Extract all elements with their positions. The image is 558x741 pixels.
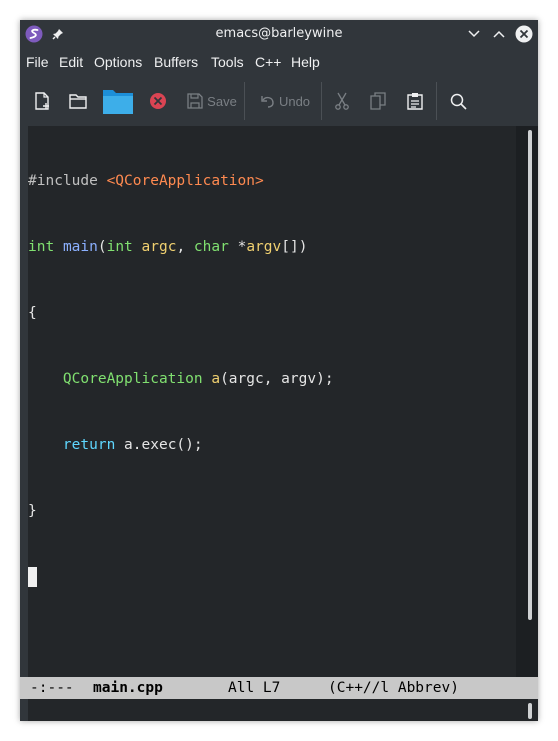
code-buffer[interactable]: #include <QCoreApplication> int main(int… <box>28 126 334 632</box>
menu-help[interactable]: Help <box>291 48 320 76</box>
preprocessor-directive: #include <box>28 173 98 189</box>
maximize-icon[interactable] <box>488 20 510 48</box>
save-label: Save <box>207 93 237 109</box>
open-file-button[interactable] <box>100 76 136 126</box>
undo-button[interactable]: Undo <box>256 76 314 126</box>
open-paren: ( <box>97 239 107 255</box>
save-button[interactable]: Save <box>183 76 241 126</box>
minibuffer[interactable] <box>20 699 538 721</box>
title-bar: emacs@barleywine <box>20 20 538 48</box>
include-header: <QCoreApplication> <box>106 173 264 189</box>
code-line: } <box>28 500 334 522</box>
close-brace: } <box>28 503 37 519</box>
menu-options[interactable]: Options <box>94 48 142 76</box>
close-icon[interactable] <box>513 20 535 48</box>
return-type: int <box>28 239 55 255</box>
cut-icon <box>335 92 349 110</box>
signature-end: []) <box>281 239 308 255</box>
menu-edit[interactable]: Edit <box>59 48 83 76</box>
open-directory-button[interactable] <box>65 76 91 126</box>
kill-buffer-button[interactable] <box>146 76 170 126</box>
menu-tools[interactable]: Tools <box>211 48 244 76</box>
constructor-args: (argc, argv); <box>220 371 334 387</box>
text-cursor <box>28 567 37 587</box>
undo-label: Undo <box>278 93 311 109</box>
major-modes[interactable]: (C++//l Abbrev) <box>328 677 459 699</box>
menu-cplusplus[interactable]: C++ <box>255 48 281 76</box>
minimize-icon[interactable] <box>463 20 485 48</box>
comma: , <box>176 239 194 255</box>
param-name: argc <box>141 239 177 255</box>
copy-button[interactable] <box>366 76 390 126</box>
toolbar-separator <box>321 82 322 120</box>
variable-name: a <box>211 371 221 387</box>
return-keyword: return <box>62 437 116 453</box>
code-line: QCoreApplication a(argc, argv); <box>28 368 334 390</box>
buffer-name[interactable]: main.cpp <box>93 677 163 699</box>
right-fringe <box>516 126 538 677</box>
pointer-star: * <box>228 239 247 255</box>
save-icon <box>187 93 203 109</box>
window-title: emacs@barleywine <box>215 26 343 41</box>
code-line: int main(int argc, char *argv[]) <box>28 236 334 258</box>
menu-file[interactable]: File <box>26 48 49 76</box>
emacs-window: emacs@barleywine File Edit Options Buffe… <box>20 20 538 721</box>
minibuffer-scrollbar[interactable] <box>528 703 532 719</box>
menu-bar: File Edit Options Buffers Tools C++ Help <box>20 48 538 76</box>
mode-line[interactable]: -:--- main.cpp All L7 (C++//l Abbrev) <box>20 677 538 699</box>
function-name: main <box>62 239 98 255</box>
param-type: char <box>193 239 229 255</box>
paste-icon <box>407 93 423 110</box>
toolbar-separator <box>244 82 245 120</box>
tool-bar: Save Undo <box>20 76 538 126</box>
param-name: argv <box>246 239 282 255</box>
param-type: int <box>106 239 133 255</box>
menu-buffers[interactable]: Buffers <box>154 48 198 76</box>
vertical-scrollbar[interactable] <box>528 130 532 620</box>
folder-icon <box>69 93 87 109</box>
cut-button[interactable] <box>330 76 354 126</box>
new-file-icon <box>35 92 49 110</box>
minibuffer-fringe <box>20 699 28 721</box>
buffer-status: -:--- <box>30 680 74 696</box>
editor-area[interactable]: #include <QCoreApplication> int main(int… <box>20 126 538 677</box>
code-line: { <box>28 302 334 324</box>
search-icon <box>450 93 467 110</box>
undo-icon <box>261 95 274 108</box>
toolbar-separator <box>436 82 437 120</box>
search-button[interactable] <box>446 76 470 126</box>
buffer-position: All L7 <box>228 680 281 696</box>
code-line: return a.exec(); <box>28 434 334 456</box>
code-line <box>28 566 334 588</box>
left-fringe <box>20 126 28 677</box>
code-line: #include <QCoreApplication> <box>28 170 334 192</box>
new-file-button[interactable] <box>30 76 54 126</box>
class-type: QCoreApplication <box>62 371 203 387</box>
open-folder-icon <box>103 90 133 114</box>
paste-button[interactable] <box>403 76 427 126</box>
close-buffer-icon <box>150 93 166 109</box>
open-brace: { <box>28 305 37 321</box>
copy-icon <box>370 92 386 110</box>
return-expression: a.exec(); <box>115 437 203 453</box>
